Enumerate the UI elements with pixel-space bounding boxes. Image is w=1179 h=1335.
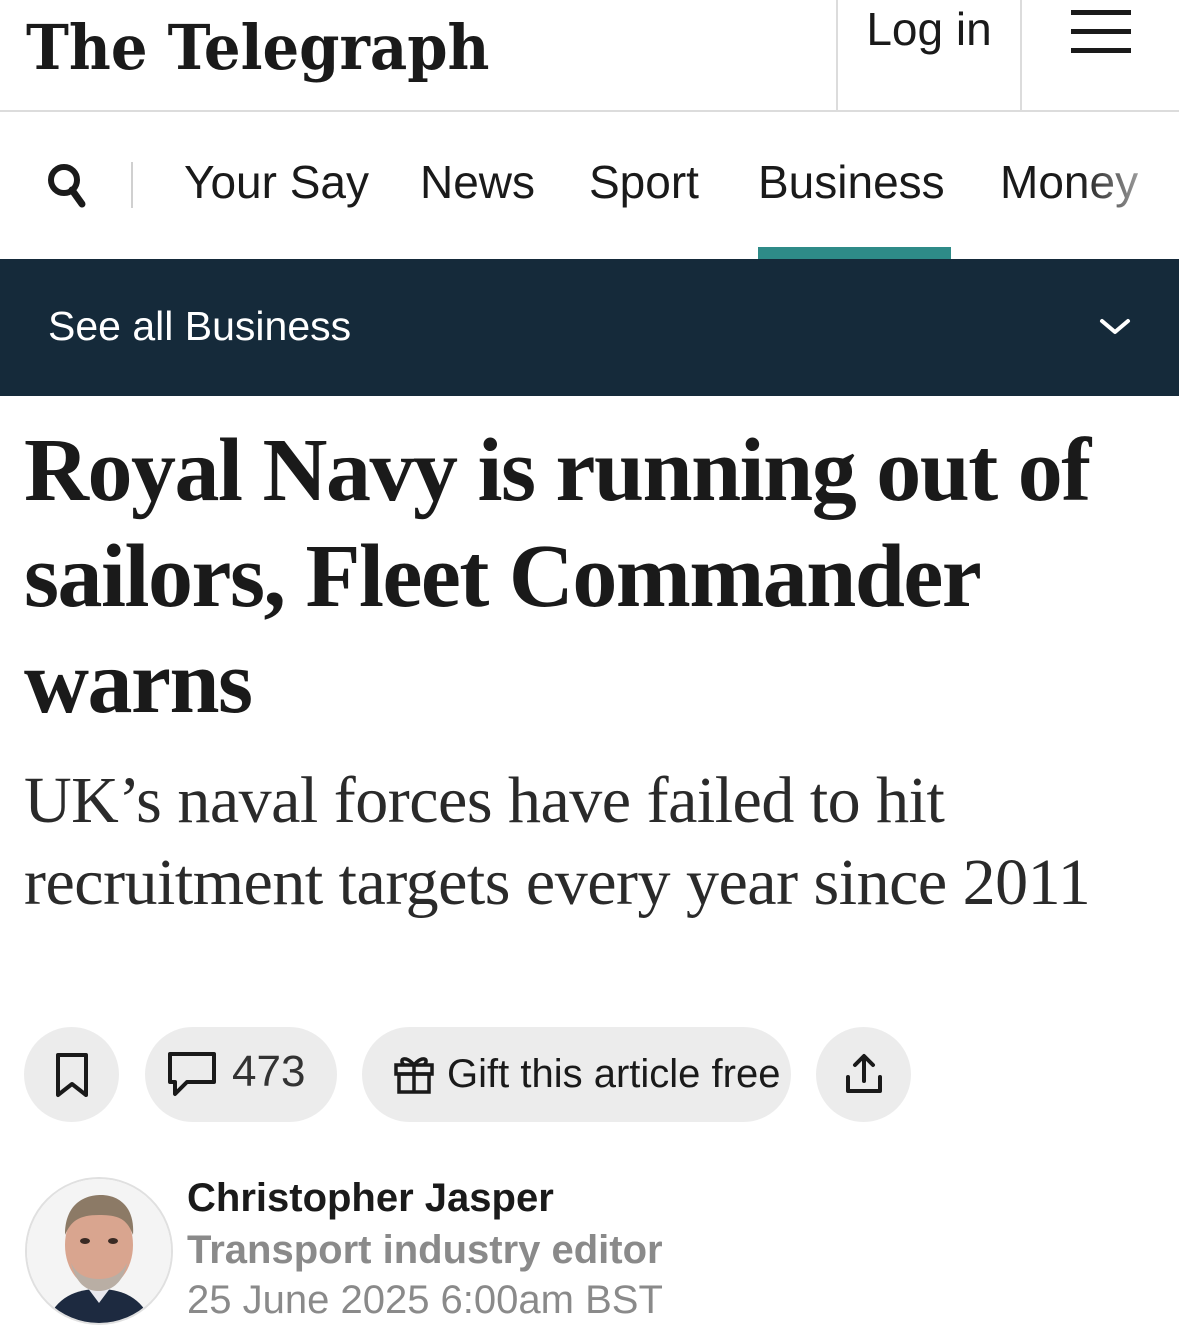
login-button[interactable]: Log in xyxy=(836,0,1022,110)
nav-item-your-say[interactable]: Your Say xyxy=(184,152,369,212)
author-avatar[interactable] xyxy=(25,1177,173,1325)
active-tab-indicator xyxy=(758,247,951,259)
nav-divider xyxy=(131,162,133,208)
section-nav: Your Say News Sport Business Money xyxy=(0,112,1179,259)
gift-article-button[interactable]: Gift this article free xyxy=(362,1027,791,1122)
author-role: Transport industry editor xyxy=(187,1228,663,1272)
gift-article-label: Gift this article free xyxy=(447,1052,781,1096)
author-photo xyxy=(27,1179,171,1323)
nav-item-business[interactable]: Business xyxy=(758,152,945,212)
site-logo[interactable]: The Telegraph xyxy=(26,6,489,90)
nav-item-news[interactable]: News xyxy=(420,152,535,212)
hamburger-menu-icon[interactable] xyxy=(1022,0,1179,110)
bookmark-icon xyxy=(56,1053,88,1097)
search-icon[interactable] xyxy=(44,158,94,218)
publish-date: 25 June 2025 6:00am BST xyxy=(187,1278,663,1322)
gift-icon xyxy=(394,1057,434,1094)
share-button[interactable] xyxy=(816,1027,911,1122)
see-all-section-bar[interactable]: See all Business xyxy=(0,259,1179,396)
comment-count: 473 xyxy=(232,1047,306,1096)
share-icon xyxy=(846,1054,882,1093)
chevron-down-icon xyxy=(1100,319,1130,334)
article-headline: Royal Navy is running out of sailors, Fl… xyxy=(24,421,1091,732)
bookmark-button[interactable] xyxy=(24,1027,119,1122)
nav-item-sport[interactable]: Sport xyxy=(589,152,699,212)
nav-fade xyxy=(1080,142,1179,232)
see-all-label: See all Business xyxy=(48,303,352,349)
top-bar: The Telegraph Log in xyxy=(0,0,1179,112)
author-name[interactable]: Christopher Jasper xyxy=(187,1173,554,1223)
comment-icon xyxy=(168,1052,216,1096)
article-standfirst: UK’s naval forces have failed to hit rec… xyxy=(24,764,1091,919)
comments-button[interactable]: 473 xyxy=(145,1027,337,1122)
